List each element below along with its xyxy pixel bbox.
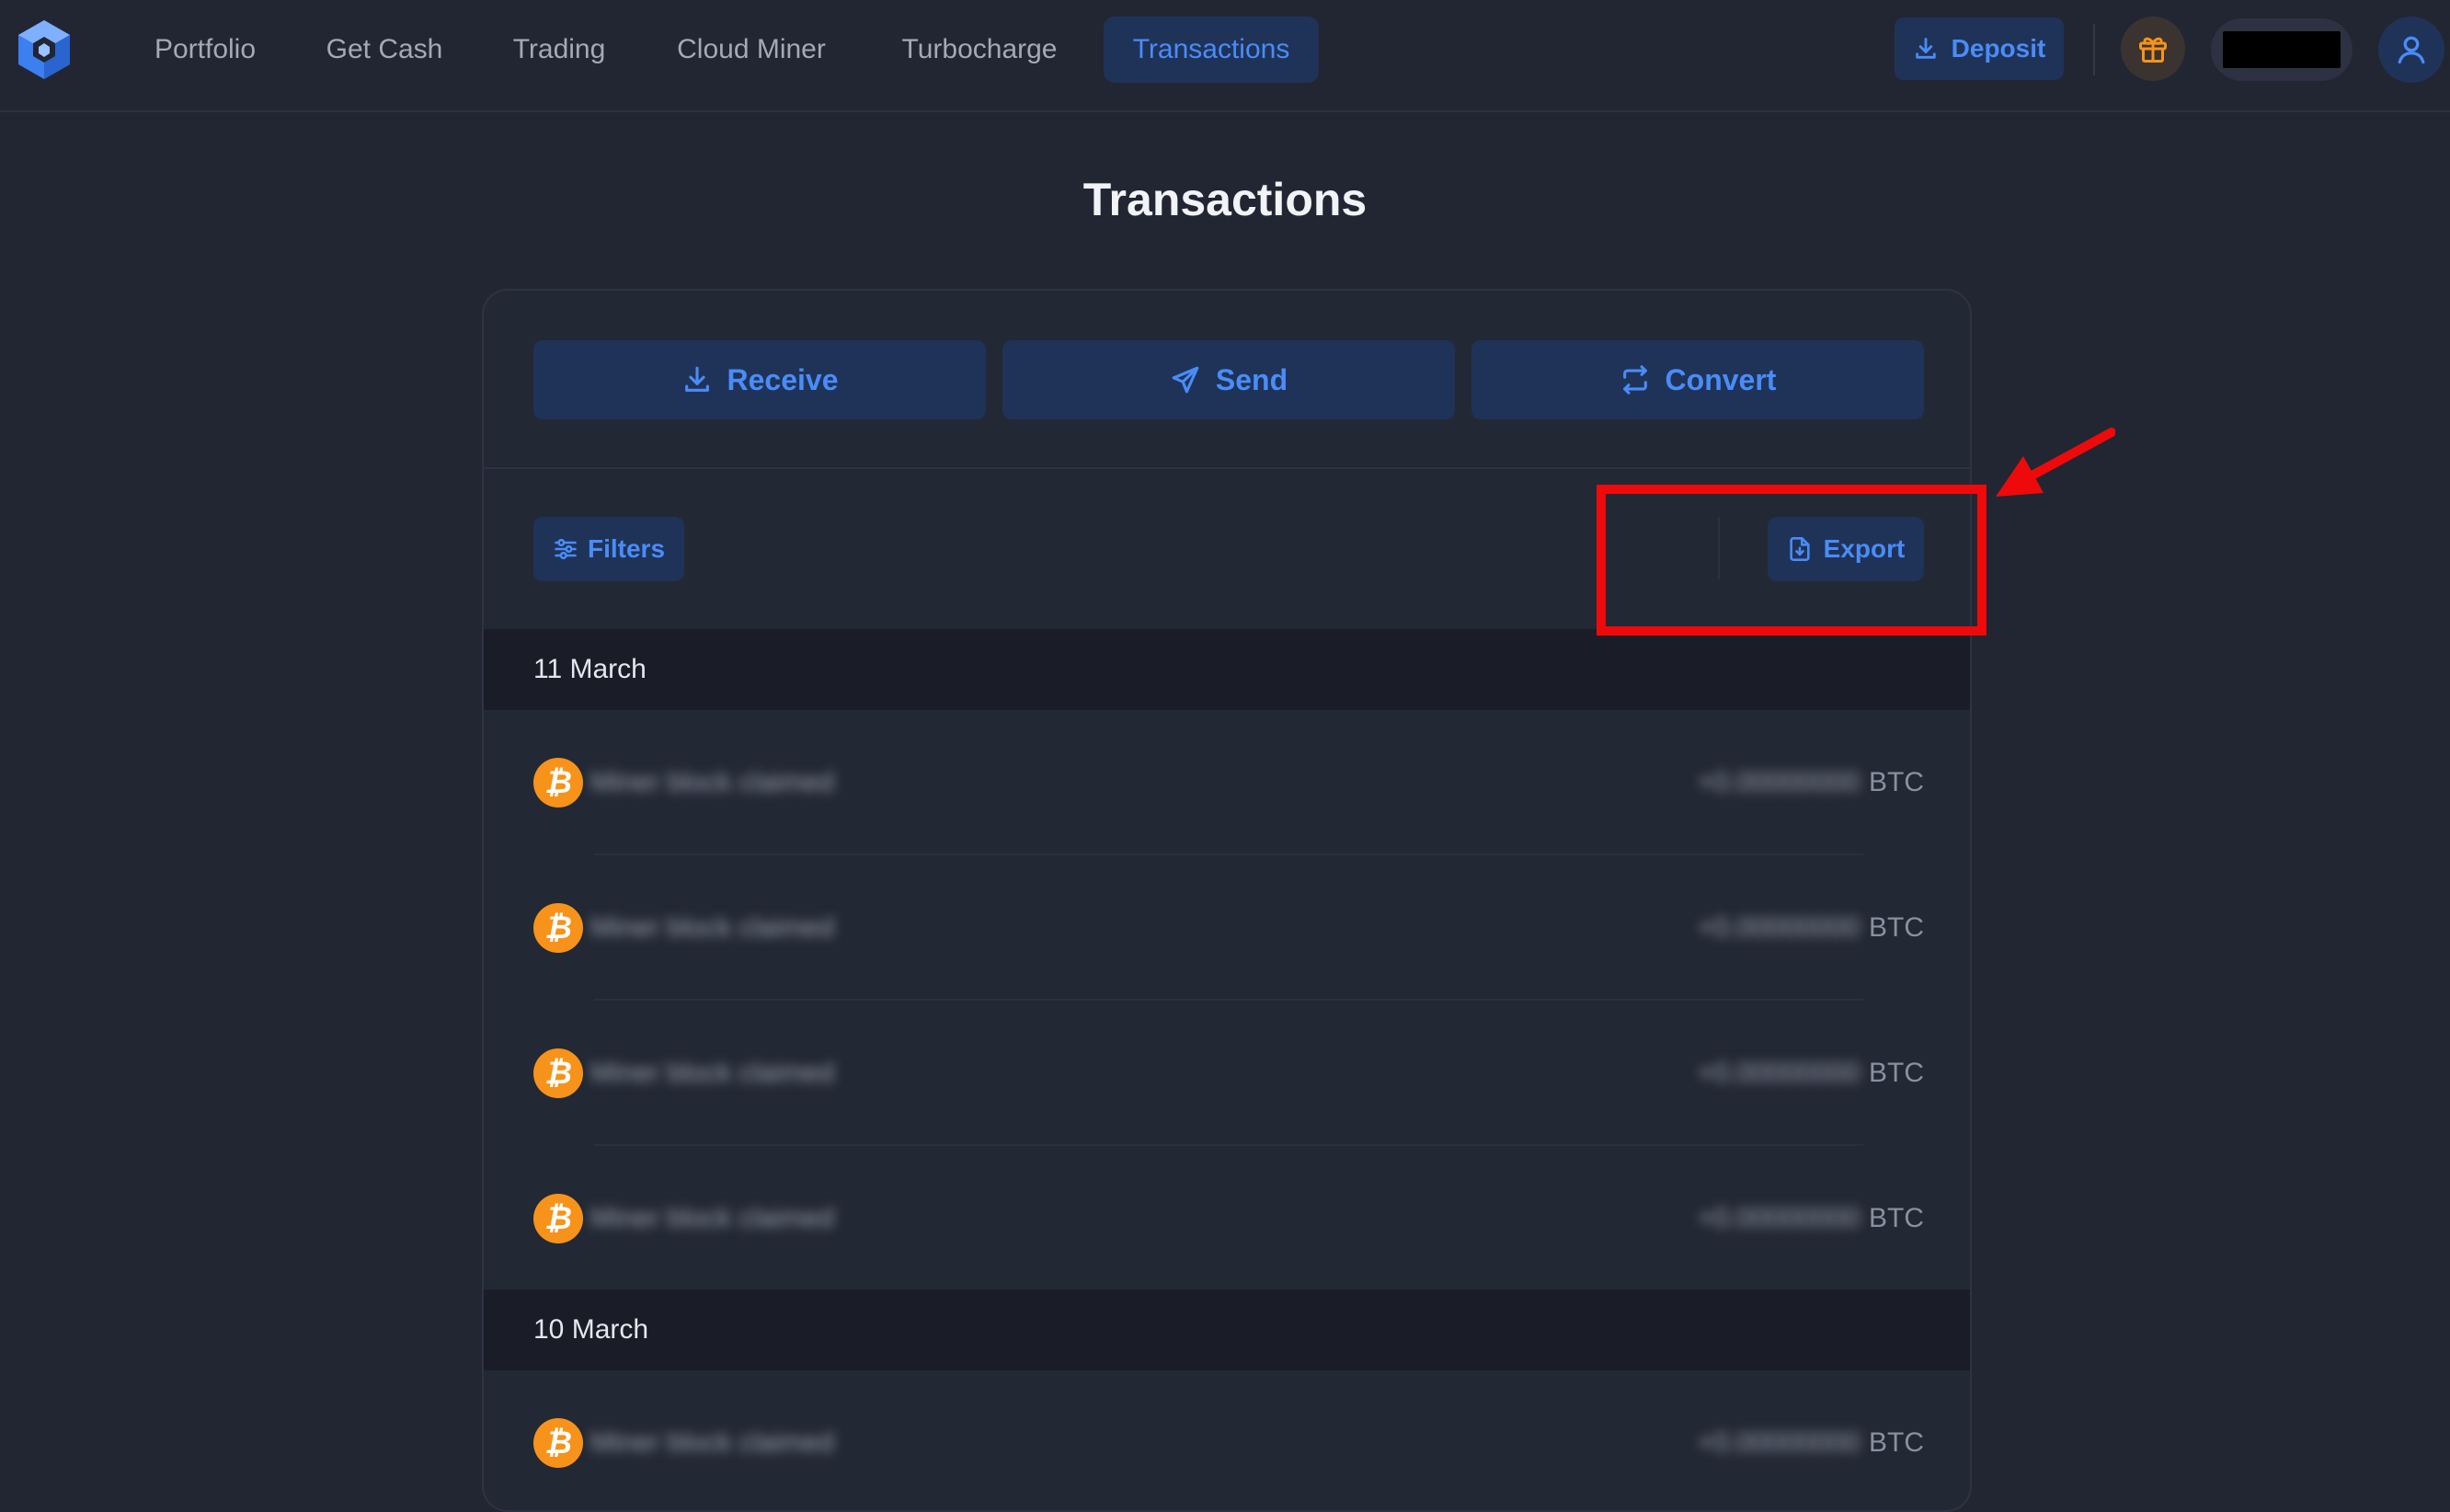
card-divider (484, 467, 1970, 469)
transaction-amount: +0.00000000 (1697, 1203, 1860, 1233)
transaction-currency: BTC (1869, 1058, 1924, 1088)
annotation-highlight-box (1597, 485, 1986, 636)
transaction-label: Miner block claimed (590, 767, 835, 797)
transaction-row[interactable]: ₿ Miner block claimed +0.00000000 BTC (484, 1370, 1970, 1510)
logo-icon[interactable] (15, 18, 74, 81)
filters-label: Filters (587, 534, 666, 563)
page-title: Transactions (1082, 174, 1368, 225)
convert-icon (1622, 365, 1647, 395)
transaction-amount: +0.00000000 (1697, 767, 1860, 797)
balance-redacted (2223, 31, 2341, 68)
date-group-header: 11 March (484, 629, 1970, 710)
user-menu-button[interactable] (2378, 17, 2444, 83)
transaction-amount: +0.00000000 (1697, 1427, 1860, 1458)
nav-item-portfolio[interactable]: Portfolio (136, 17, 274, 83)
send-button[interactable]: Send (1002, 340, 1455, 419)
nav-item-cloud-miner[interactable]: Cloud Miner (660, 17, 842, 83)
transaction-currency: BTC (1869, 1203, 1924, 1233)
transaction-label: Miner block claimed (590, 912, 835, 943)
transaction-row[interactable]: ₿ Miner block claimed +0.00000000 BTC (484, 710, 1970, 855)
bitcoin-icon: ₿ (533, 1048, 583, 1098)
transaction-amount: +0.00000000 (1697, 912, 1860, 943)
convert-label: Convert (1665, 362, 1777, 396)
bitcoin-icon: ₿ (533, 903, 583, 953)
nav-item-transactions[interactable]: Transactions (1104, 17, 1319, 83)
transaction-row[interactable]: ₿ Miner block claimed +0.00000000 BTC (484, 855, 1970, 1001)
send-label: Send (1215, 362, 1288, 396)
transaction-row[interactable]: ₿ Miner block claimed +0.00000000 BTC (484, 1001, 1970, 1146)
bitcoin-icon: ₿ (533, 1418, 583, 1468)
transaction-currency: BTC (1869, 767, 1924, 797)
convert-button[interactable]: Convert (1471, 340, 1924, 419)
gift-icon (2139, 37, 2167, 63)
top-navigation-bar: Portfolio Get Cash Trading Cloud Miner T… (0, 0, 2450, 112)
balance-display[interactable] (2211, 18, 2353, 81)
bitcoin-icon: ₿ (533, 1194, 583, 1243)
nav-item-get-cash[interactable]: Get Cash (313, 17, 456, 83)
bitcoin-icon: ₿ (533, 758, 583, 808)
user-icon (2398, 36, 2425, 64)
deposit-label: Deposit (1951, 34, 2046, 63)
receive-label: Receive (727, 362, 839, 396)
nav-divider (2093, 24, 2095, 75)
transaction-label: Miner block claimed (590, 1427, 835, 1458)
sliders-icon (555, 538, 577, 560)
nav-item-turbocharge[interactable]: Turbocharge (881, 17, 1078, 83)
transaction-currency: BTC (1869, 912, 1924, 943)
deposit-button[interactable]: Deposit (1895, 17, 2064, 80)
gift-button[interactable] (2121, 17, 2185, 81)
transactions-card: Receive Send Convert Filters Export 11 M… (482, 289, 1972, 1512)
transaction-amount: +0.00000000 (1697, 1058, 1860, 1088)
paper-plane-icon (1172, 366, 1199, 394)
date-group-header: 10 March (484, 1289, 1970, 1370)
transaction-row[interactable]: ₿ Miner block claimed +0.00000000 BTC (484, 1146, 1970, 1291)
download-icon (1915, 38, 1936, 59)
transaction-label: Miner block claimed (590, 1058, 835, 1088)
receive-button[interactable]: Receive (533, 340, 986, 419)
filters-button[interactable]: Filters (533, 517, 684, 581)
annotation-arrow-icon (1996, 428, 2115, 497)
download-icon (684, 366, 709, 392)
transaction-currency: BTC (1869, 1427, 1924, 1458)
nav-item-trading[interactable]: Trading (495, 17, 624, 83)
transaction-label: Miner block claimed (590, 1203, 835, 1233)
